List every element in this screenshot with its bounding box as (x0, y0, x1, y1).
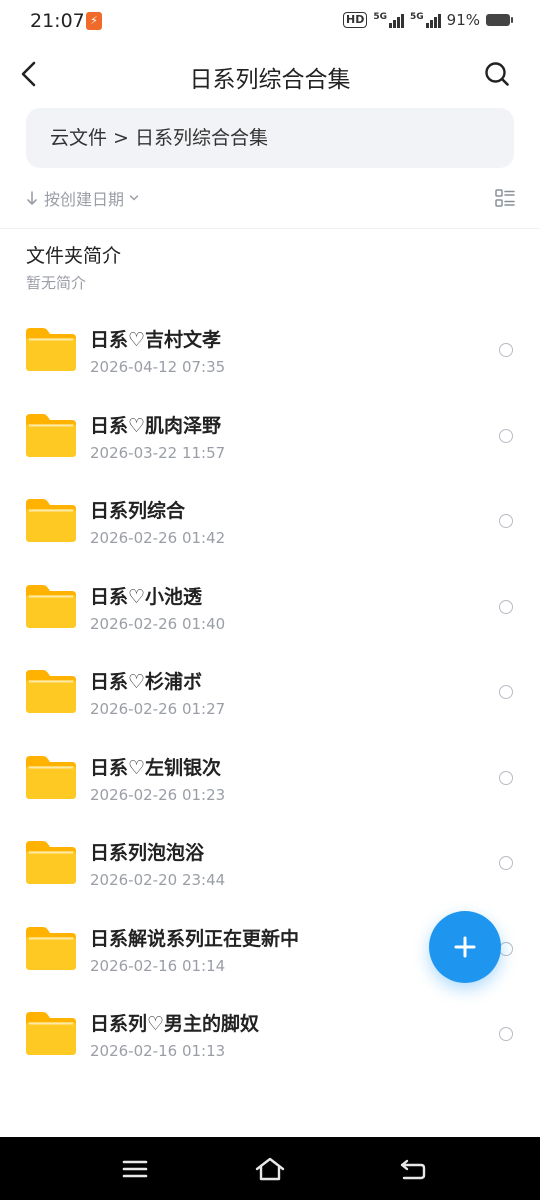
status-time: 21:07 (30, 10, 85, 32)
battery-percent: 91% (446, 11, 480, 29)
folder-icon (26, 499, 76, 542)
menu-icon (122, 1160, 148, 1178)
battery-icon (486, 14, 513, 26)
hd-icon: HD (343, 12, 368, 28)
folder-name: 日系♡杉浦ボ (90, 671, 203, 693)
return-icon (400, 1159, 426, 1180)
back-nav-button[interactable] (398, 1155, 428, 1183)
select-checkbox[interactable] (499, 770, 513, 785)
folder-date: 2026-02-26 01:40 (90, 614, 226, 633)
folder-row[interactable]: 日系♡杉浦ボ 2026-02-26 01:27 (0, 649, 540, 735)
select-checkbox[interactable] (499, 685, 513, 699)
folder-row[interactable]: 日系♡吉村文孝 2026-04-12 07:35 (0, 307, 540, 393)
folder-date: 2026-02-20 23:44 (90, 871, 226, 889)
search-icon (485, 62, 509, 86)
system-nav-bar (0, 1137, 540, 1200)
status-right: HD 5G 5G 91% (343, 11, 513, 29)
folder-row[interactable]: 日系♡肌肉泽野 2026-03-22 11:57 (0, 393, 540, 479)
folder-icon (26, 926, 76, 970)
folder-icon (26, 841, 76, 884)
folder-name: 日系♡肌肉泽野 (90, 414, 222, 437)
folder-icon (26, 670, 76, 713)
folder-name: 日系列综合 (90, 500, 186, 522)
folder-date: 2026-03-22 11:57 (90, 443, 226, 462)
app-notification-icon: ⚡ (86, 12, 102, 30)
home-button[interactable] (254, 1155, 285, 1183)
app-header: 日系列综合合集 (0, 44, 540, 106)
folder-name: 日系♡左钏银次 (90, 756, 222, 779)
select-checkbox[interactable] (499, 514, 513, 528)
folder-icon (26, 755, 76, 799)
breadcrumb[interactable]: 云文件 > 日系列综合合集 (26, 108, 514, 168)
folder-date: 2026-02-26 01:27 (90, 700, 226, 718)
folder-name: 日系♡吉村文孝 (90, 329, 222, 351)
select-checkbox[interactable] (499, 343, 513, 357)
menu-button[interactable] (120, 1155, 150, 1183)
folder-name: 日系解说系列正在更新中 (90, 927, 300, 950)
status-bar: 21:07 ⚡ HD 5G 5G 91% (0, 0, 540, 44)
folder-row[interactable]: 日系列综合 2026-02-26 01:42 (0, 478, 540, 564)
folder-date: 2026-02-16 01:13 (90, 1042, 226, 1060)
folder-intro-title: 文件夹简介 (26, 245, 122, 267)
signal-icon-1: 5G (373, 12, 404, 28)
select-checkbox[interactable] (499, 428, 513, 443)
folder-row[interactable]: 日系♡左钏银次 2026-02-26 01:23 (0, 735, 540, 821)
folder-row[interactable]: 日系♡小池透 2026-02-26 01:40 (0, 564, 540, 650)
folder-row[interactable]: 日系列泡泡浴 2026-02-20 23:44 (0, 820, 540, 906)
folder-name: 日系♡小池透 (90, 585, 203, 608)
select-checkbox[interactable] (499, 941, 513, 956)
select-checkbox[interactable] (499, 856, 513, 870)
folder-icon (26, 328, 76, 371)
list-view-icon (495, 189, 515, 207)
folder-icon (26, 413, 76, 457)
home-icon (255, 1157, 285, 1181)
folder-date: 2026-02-16 01:14 (90, 956, 226, 975)
select-checkbox[interactable] (499, 1027, 513, 1041)
select-checkbox[interactable] (499, 599, 513, 614)
search-button[interactable] (484, 61, 510, 87)
divider (0, 228, 540, 229)
folder-date: 2026-02-26 01:23 (90, 785, 226, 804)
signal-icon-2: 5G (410, 12, 441, 28)
sort-selector[interactable]: 按创建日期 (26, 186, 145, 210)
folder-intro-description: 暂无简介 (26, 274, 87, 292)
chevron-down-icon (129, 195, 139, 201)
folder-icon (26, 584, 76, 628)
folder-name: 日系列泡泡浴 (90, 842, 205, 864)
page-title: 日系列综合合集 (189, 67, 351, 93)
plus-icon (454, 936, 476, 958)
sort-label: 按创建日期 (44, 190, 125, 209)
folder-row[interactable]: 日系列♡男主的脚奴 2026-02-16 01:13 (0, 991, 540, 1077)
folder-date: 2026-02-26 01:42 (90, 529, 226, 547)
folder-name: 日系列♡男主的脚奴 (90, 1013, 260, 1035)
folder-icon (26, 1012, 76, 1055)
add-button[interactable] (429, 911, 501, 983)
folder-date: 2026-04-12 07:35 (90, 358, 226, 376)
view-toggle-button[interactable] (494, 187, 516, 209)
arrow-down-icon (27, 191, 37, 205)
